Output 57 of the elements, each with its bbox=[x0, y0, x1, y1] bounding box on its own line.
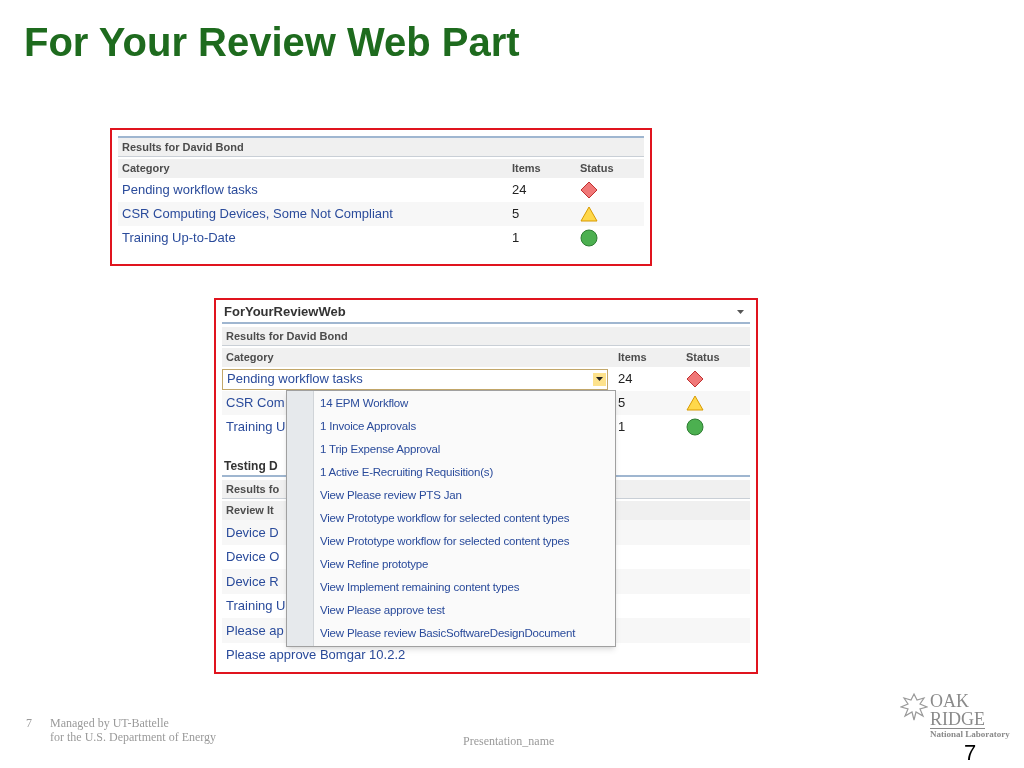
warning-icon bbox=[686, 395, 704, 411]
footer-text: Managed by UT-Battelle bbox=[50, 716, 170, 730]
menu-item[interactable]: View Prototype workflow for selected content types bbox=[314, 507, 615, 530]
menu-item[interactable]: 1 Trip Expense Approval bbox=[314, 438, 615, 461]
menu-item[interactable]: 1 Active E-Recruiting Requisition(s) bbox=[314, 461, 615, 484]
link[interactable]: Please ap bbox=[226, 620, 284, 640]
menu-item[interactable]: View Refine prototype bbox=[314, 553, 615, 576]
menu-item[interactable]: View Prototype workflow for selected content types bbox=[314, 530, 615, 553]
menu-item[interactable]: View Please review BasicSoftwareDesignDocument bbox=[314, 622, 615, 645]
link[interactable]: Training Up-to-Date bbox=[122, 230, 236, 246]
column-header: Items bbox=[512, 161, 542, 177]
link[interactable]: Device R bbox=[226, 571, 279, 591]
caret-icon[interactable] bbox=[593, 372, 606, 386]
menu-item[interactable]: View Implement remaining content types bbox=[314, 576, 615, 599]
table-cell-text: 5 bbox=[512, 205, 521, 224]
column-header: Category bbox=[226, 350, 275, 366]
link[interactable]: Training U bbox=[226, 419, 286, 435]
warning-icon bbox=[580, 206, 598, 222]
diamond-icon bbox=[580, 181, 598, 199]
menu-caret-icon[interactable] bbox=[737, 310, 744, 314]
table-cell-text: 5 bbox=[618, 394, 627, 413]
page-number: 7 bbox=[964, 742, 977, 764]
menu-item[interactable]: View Please review PTS Jan bbox=[314, 484, 615, 507]
link[interactable]: Pending workflow tasks bbox=[122, 182, 258, 198]
column-header: Status bbox=[686, 350, 721, 366]
slide-title: For Your Review Web Part bbox=[24, 19, 520, 66]
presentation-name: Presentation_name bbox=[463, 733, 555, 750]
header-text: Results fo bbox=[226, 481, 280, 497]
column-header: Category bbox=[122, 161, 171, 177]
menu-item[interactable]: 1 Invoice Approvals bbox=[314, 415, 615, 438]
column-header: Items bbox=[618, 350, 648, 366]
status-circle-icon bbox=[686, 418, 704, 436]
logo-text: OAK bbox=[930, 692, 969, 710]
table-cell-text: 1 bbox=[618, 418, 627, 437]
header-text: Results for David Bond bbox=[226, 328, 348, 344]
web-part-title: ForYourReviewWeb bbox=[223, 303, 346, 322]
link[interactable]: Please approve Bomgar 10.2.2 bbox=[226, 645, 406, 665]
diamond-icon bbox=[686, 370, 704, 388]
table-cell-text: 1 bbox=[512, 229, 521, 248]
link[interactable]: Training U bbox=[226, 596, 286, 616]
menu-item[interactable]: View Please approve test bbox=[314, 599, 615, 622]
table-cell-text: 24 bbox=[512, 181, 528, 200]
status-circle-icon bbox=[580, 229, 598, 247]
column-header: Review It bbox=[226, 503, 274, 519]
link[interactable]: Device O bbox=[226, 547, 280, 567]
slide-number: 7 bbox=[26, 716, 32, 732]
section-title: Testing D bbox=[223, 458, 278, 475]
footer-text: for the U.S. Department of Energy bbox=[50, 730, 217, 744]
link[interactable]: CSR Com bbox=[226, 395, 285, 411]
logo-text: National Laboratory bbox=[930, 730, 1010, 739]
header-text: Results for David Bond bbox=[122, 139, 244, 155]
column-header: Status bbox=[580, 161, 615, 177]
table-cell-text: 24 bbox=[618, 370, 634, 389]
menu-item[interactable]: 14 EPM Workflow bbox=[314, 392, 615, 415]
logo-text: RIDGE bbox=[930, 710, 985, 729]
link[interactable]: CSR Computing Devices, Some Not Compliant bbox=[122, 206, 393, 222]
link[interactable]: Device D bbox=[226, 522, 279, 542]
